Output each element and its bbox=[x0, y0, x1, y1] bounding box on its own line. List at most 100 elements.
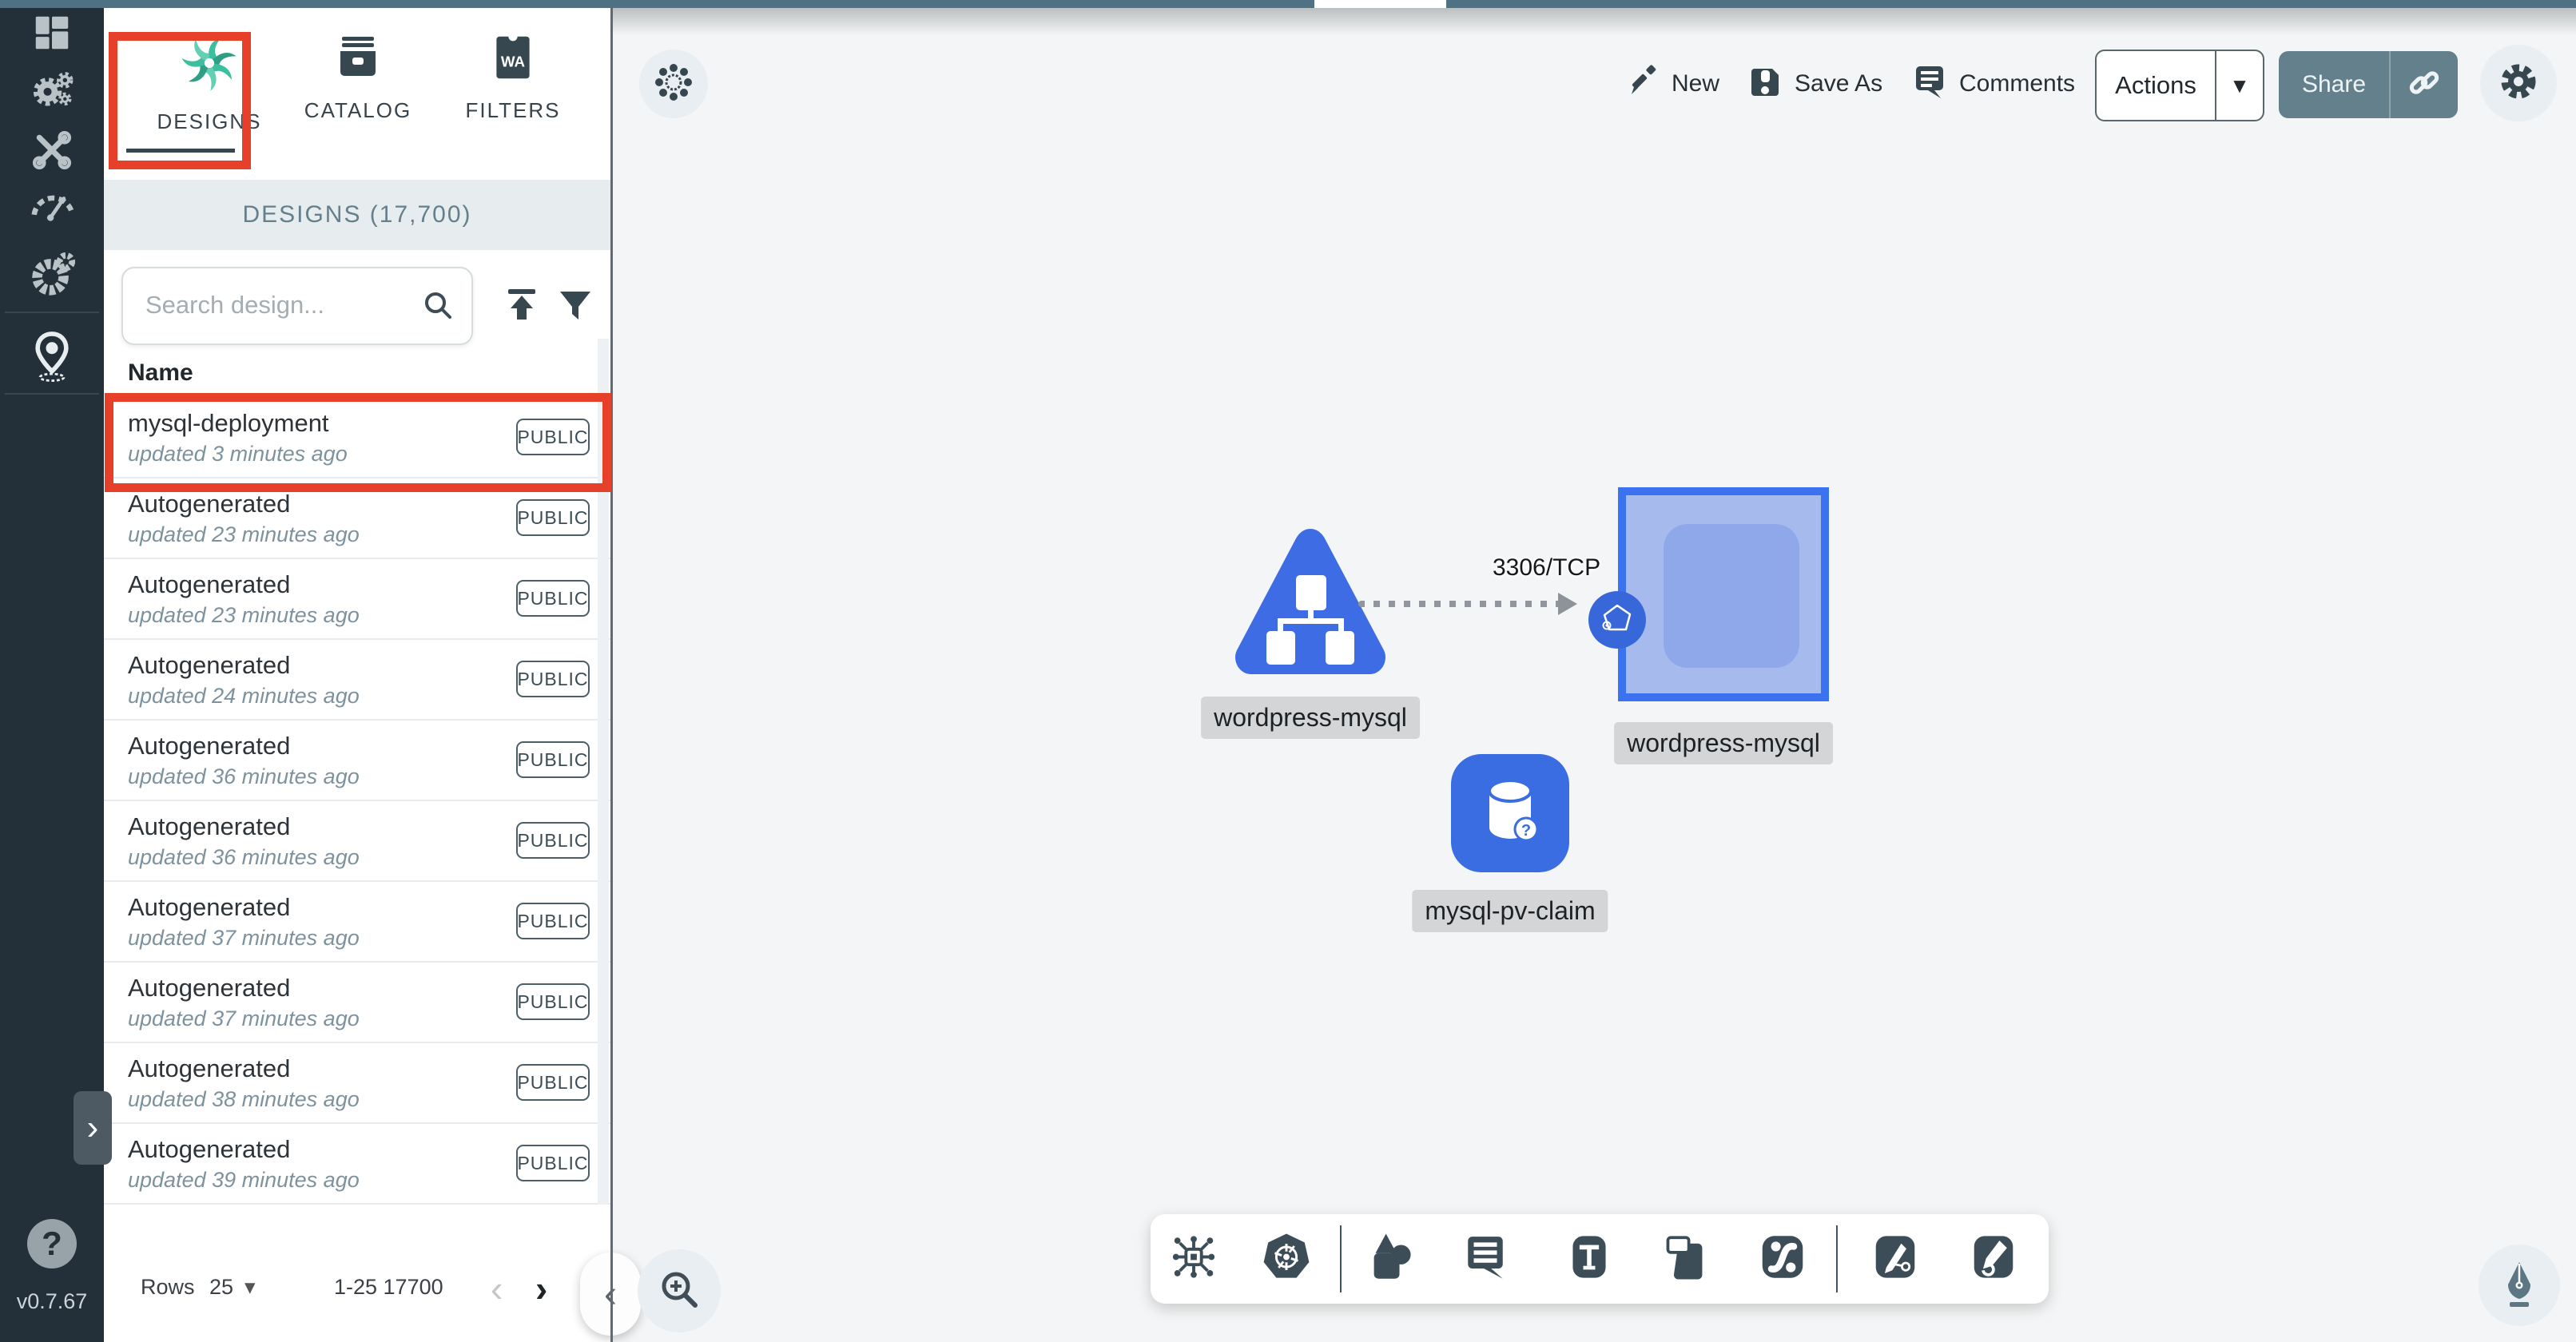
svg-text:?: ? bbox=[1521, 822, 1531, 840]
actions-button[interactable]: Actions ▼ bbox=[2095, 50, 2264, 121]
search-input[interactable] bbox=[144, 270, 411, 340]
design-updated: updated 38 minutes ago bbox=[128, 1087, 360, 1112]
filter-funnel-icon[interactable] bbox=[556, 286, 594, 328]
annotation-box-designs-tab bbox=[109, 32, 251, 169]
visibility-badge: PUBLIC bbox=[516, 580, 590, 617]
design-updated: updated 23 minutes ago bbox=[128, 522, 360, 547]
freehand-pencil-icon[interactable] bbox=[1971, 1233, 2016, 1285]
design-updated: updated 36 minutes ago bbox=[128, 764, 360, 789]
design-row[interactable]: Autogenerated updated 39 minutes ago PUB… bbox=[104, 1124, 610, 1205]
service-edge[interactable] bbox=[1358, 601, 1564, 607]
design-name: Autogenerated bbox=[128, 812, 290, 841]
new-design-pencil-icon[interactable] bbox=[1627, 64, 1662, 103]
sidebar-divider bbox=[5, 312, 99, 313]
kanvas-pin-icon[interactable] bbox=[28, 331, 76, 387]
design-updated: updated 24 minutes ago bbox=[128, 684, 360, 709]
design-pen-button[interactable] bbox=[2479, 1245, 2560, 1326]
actions-caret-icon[interactable]: ▼ bbox=[2216, 73, 2263, 98]
sidebar-expand-handle[interactable]: › bbox=[74, 1091, 112, 1165]
svg-text:WA: WA bbox=[501, 53, 526, 69]
design-row[interactable]: Autogenerated updated 36 minutes ago PUB… bbox=[104, 721, 610, 801]
design-name: Autogenerated bbox=[128, 732, 290, 760]
tab-catalog[interactable]: CATALOG bbox=[286, 32, 430, 123]
design-row[interactable]: Autogenerated updated 36 minutes ago PUB… bbox=[104, 801, 610, 882]
visibility-badge: PUBLIC bbox=[516, 499, 590, 536]
zoom-in-button[interactable] bbox=[638, 1249, 721, 1332]
canvas-views-button[interactable] bbox=[639, 50, 708, 118]
deployment-node-label: wordpress-mysql bbox=[1614, 722, 1833, 764]
designs-panel: DESIGNS CATALOG WA FILTERS DESIGNS (17,7 bbox=[104, 8, 610, 1342]
design-name: Autogenerated bbox=[128, 1135, 290, 1164]
design-updated: updated 36 minutes ago bbox=[128, 845, 360, 870]
vector-edit-pen-icon[interactable] bbox=[1873, 1233, 1918, 1285]
canvas-toolbar bbox=[1151, 1214, 2049, 1304]
new-button[interactable]: New bbox=[1672, 70, 1719, 97]
designs-list: mysql-deployment updated 3 minutes ago P… bbox=[104, 398, 610, 1205]
mesh-adapter-icon[interactable] bbox=[27, 249, 77, 303]
service-node-label: wordpress-mysql bbox=[1201, 697, 1420, 739]
design-name: Autogenerated bbox=[128, 974, 290, 1003]
top-scrollbar-thumb[interactable] bbox=[1314, 0, 1446, 8]
pvc-node[interactable]: ? bbox=[1451, 754, 1569, 872]
design-updated: updated 37 minutes ago bbox=[128, 1007, 360, 1031]
pagination-range: 1-25 17700 bbox=[334, 1275, 443, 1300]
design-name: Autogenerated bbox=[128, 490, 290, 518]
save-as-button[interactable]: Save As bbox=[1795, 70, 1882, 97]
help-question-icon: ? bbox=[42, 1225, 62, 1263]
sidebar-divider bbox=[5, 393, 99, 395]
dashboard-icon[interactable] bbox=[30, 11, 74, 58]
comments-button[interactable]: Comments bbox=[1959, 70, 2075, 97]
tab-filters[interactable]: WA FILTERS bbox=[441, 32, 585, 123]
upload-design-icon[interactable] bbox=[502, 284, 542, 328]
visibility-badge: PUBLIC bbox=[516, 1064, 590, 1101]
design-row[interactable]: Autogenerated updated 37 minutes ago PUB… bbox=[104, 963, 610, 1043]
design-row[interactable]: Autogenerated updated 37 minutes ago PUB… bbox=[104, 882, 610, 963]
rows-per-page-caret-icon[interactable]: ▾ bbox=[244, 1275, 256, 1300]
pen-nib-icon bbox=[2496, 1259, 2542, 1312]
visibility-badge: PUBLIC bbox=[516, 661, 590, 697]
tab-filters-label: FILTERS bbox=[441, 98, 585, 123]
toolbar-divider bbox=[1340, 1225, 1342, 1292]
share-button[interactable]: Share bbox=[2279, 51, 2458, 118]
copy-link-icon[interactable] bbox=[2391, 67, 2458, 103]
comments-bubble-icon[interactable] bbox=[1911, 64, 1948, 105]
help-button[interactable]: ? bbox=[27, 1219, 77, 1269]
rows-per-page-select[interactable]: 25 bbox=[209, 1275, 233, 1300]
dot-flower-icon bbox=[653, 62, 694, 107]
prev-page-button[interactable]: ‹ bbox=[491, 1267, 503, 1310]
column-header-name: Name bbox=[128, 359, 193, 387]
text-tool-icon[interactable] bbox=[1567, 1233, 1612, 1285]
configuration-tools-icon[interactable] bbox=[30, 128, 74, 177]
relationship-link-icon[interactable] bbox=[1759, 1233, 1806, 1285]
edge-arrowhead bbox=[1558, 593, 1577, 615]
deployment-pod-shape[interactable] bbox=[1664, 524, 1799, 668]
save-as-floppy-icon[interactable] bbox=[1747, 64, 1783, 105]
design-row[interactable]: Autogenerated updated 38 minutes ago PUB… bbox=[104, 1043, 610, 1124]
canvas-settings-button[interactable] bbox=[2480, 45, 2557, 121]
design-row[interactable]: Autogenerated updated 24 minutes ago PUB… bbox=[104, 640, 610, 721]
shapes-icon[interactable] bbox=[1369, 1233, 1417, 1286]
visibility-badge: PUBLIC bbox=[516, 903, 590, 939]
comment-icon[interactable] bbox=[1462, 1234, 1509, 1284]
kubernetes-helm-icon[interactable] bbox=[1262, 1233, 1311, 1286]
design-row[interactable]: Autogenerated updated 23 minutes ago PUB… bbox=[104, 559, 610, 640]
pvc-node-label: mysql-pv-claim bbox=[1412, 890, 1608, 932]
performance-gauge-icon[interactable] bbox=[28, 182, 76, 228]
design-name: Autogenerated bbox=[128, 893, 290, 922]
canvas-top-shadow bbox=[613, 8, 2576, 35]
pagination-bar: Rows 25 ▾ 1-25 17700 ‹ › bbox=[104, 1205, 610, 1342]
design-name: Autogenerated bbox=[128, 570, 290, 599]
design-updated: updated 23 minutes ago bbox=[128, 603, 360, 628]
pod-pentagon-icon bbox=[1598, 599, 1636, 641]
next-page-button[interactable]: › bbox=[535, 1267, 547, 1310]
edge-port-label: 3306/TCP bbox=[1493, 554, 1600, 582]
port-badge[interactable] bbox=[1588, 591, 1646, 649]
components-circuit-icon[interactable] bbox=[1169, 1233, 1218, 1286]
toolbar-divider bbox=[1836, 1225, 1838, 1292]
annotation-box-selected-row bbox=[105, 393, 611, 492]
tab-catalog-label: CATALOG bbox=[286, 98, 430, 123]
catalog-archive-icon bbox=[332, 73, 384, 86]
notes-shapes-icon[interactable] bbox=[1662, 1233, 1707, 1285]
lifecycle-gears-icon[interactable] bbox=[29, 67, 75, 117]
top-scrollbar-track[interactable] bbox=[0, 0, 2576, 8]
